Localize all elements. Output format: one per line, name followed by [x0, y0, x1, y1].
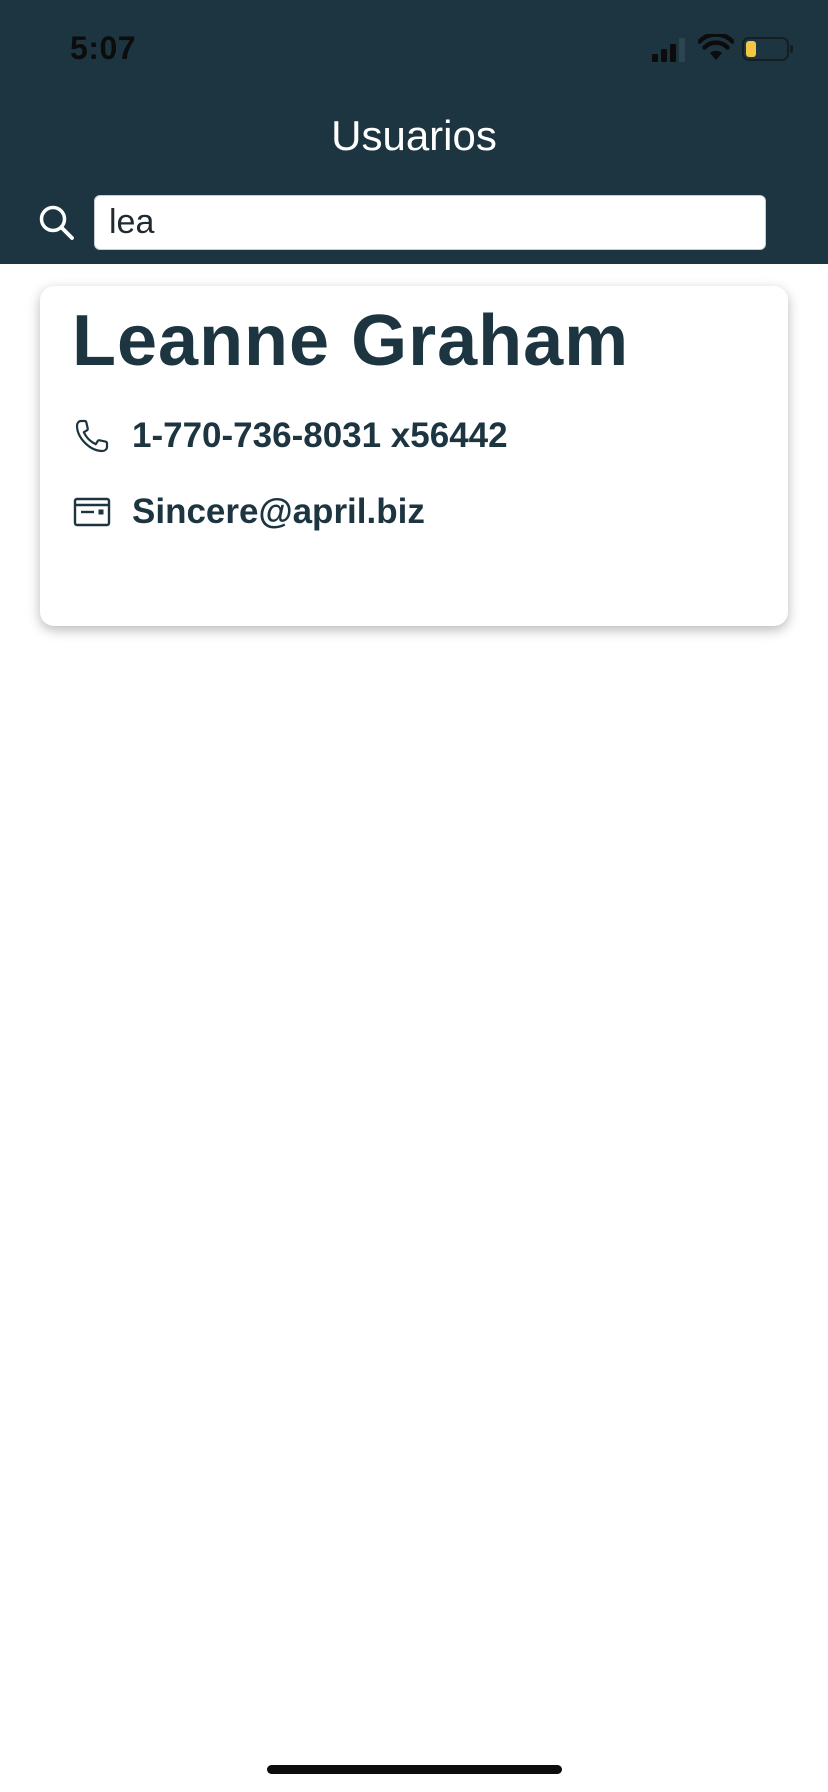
- search-icon[interactable]: [38, 204, 76, 242]
- user-name: Leanne Graham: [72, 301, 630, 381]
- user-phone: 1-770-736-8031 x56442: [132, 416, 508, 455]
- phone-icon: [75, 419, 109, 453]
- cellular-signal-icon: [652, 38, 685, 62]
- page-title: Usuarios: [331, 112, 497, 159]
- user-email-row: Sincere@april.biz: [72, 492, 425, 532]
- battery-icon: [742, 37, 793, 61]
- app-header: 5:07 Usuarios: [0, 0, 828, 264]
- wifi-icon: [698, 34, 734, 60]
- user-card[interactable]: Leanne Graham 1-770-736-8031 x56442 Sinc…: [40, 286, 788, 626]
- user-phone-row: 1-770-736-8031 x56442: [72, 416, 508, 456]
- status-time: 5:07: [70, 30, 137, 66]
- home-indicator[interactable]: [267, 1765, 562, 1774]
- search-input[interactable]: [94, 195, 766, 250]
- user-email: Sincere@april.biz: [132, 492, 425, 531]
- id-card-icon: [73, 497, 111, 527]
- status-bar: 5:07: [0, 0, 828, 100]
